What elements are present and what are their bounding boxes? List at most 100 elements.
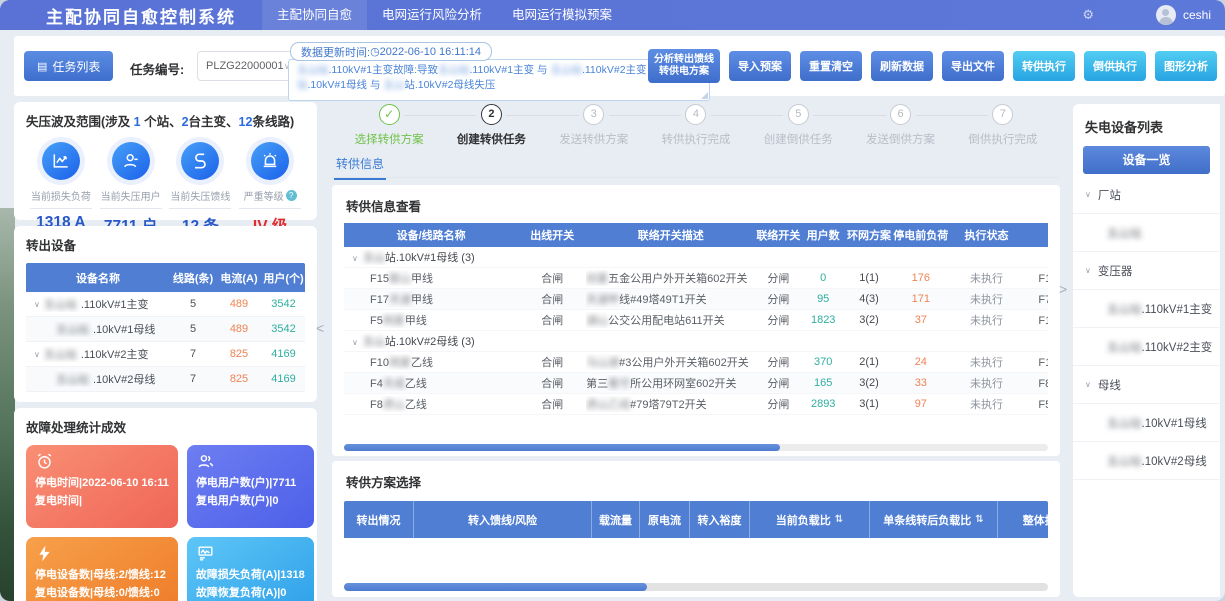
- table-row[interactable]: F8虎山乙线合闸虎山乙线#79塔79T2开关分闸28933(1)97未执行F5和…: [344, 394, 1048, 415]
- chevron-down-icon[interactable]: ∨: [1085, 380, 1091, 389]
- step-circle: 5: [788, 104, 809, 125]
- tab-transfer-info[interactable]: 转供信息: [334, 150, 386, 180]
- stat-card-line1: 停电设备数|母线:2/馈线:12: [35, 566, 169, 584]
- table-row[interactable]: F4天成乙线合闸第三看守所公用环网室602开关分闸1653(2)33未执行F8看…: [344, 373, 1048, 394]
- text: 站.10kV#1母线 (3): [385, 252, 475, 264]
- chevron-down-icon[interactable]: ∨: [34, 350, 40, 359]
- step-label: 倒供执行完成: [952, 131, 1054, 147]
- tree-child-item[interactable]: 五山站: [1073, 214, 1220, 252]
- task-list-button[interactable]: ▤ 任务列表: [24, 51, 113, 81]
- cell: 5: [170, 323, 216, 335]
- table-row[interactable]: F5网夏甲线合闸湖山公交公用配电站611开关分闸18233(2)37未执行F16…: [344, 310, 1048, 331]
- horizontal-scrollbar[interactable]: [344, 444, 1048, 451]
- redacted-text: 五山站: [550, 64, 582, 76]
- task-no-select[interactable]: PLZG22000001 ∨: [197, 51, 297, 81]
- scrollbar-thumb[interactable]: [344, 444, 780, 451]
- table-row[interactable]: ∨五山站.110kV#1主变54893542: [26, 292, 305, 317]
- table-group-row[interactable]: ∨五山站.10kV#1母线 (3): [344, 247, 1048, 268]
- horizontal-scrollbar[interactable]: [344, 583, 1048, 591]
- tree-label: 变压器: [1098, 263, 1133, 279]
- nav-tab[interactable]: 电网运行风险分析: [367, 0, 497, 30]
- text: F17: [370, 294, 389, 306]
- backfeed-execute-button[interactable]: 倒供执行: [1084, 51, 1146, 81]
- transfer-execute-button[interactable]: 转供执行: [1013, 51, 1075, 81]
- stat-card: 故障损失负荷(A)|1318故障恢复负荷(A)|0: [187, 537, 314, 601]
- sort-icon[interactable]: ⇅: [975, 514, 983, 525]
- button-label: 导入预案: [738, 61, 782, 73]
- tree-child-item[interactable]: 五山站.10kV#2母线: [1073, 442, 1220, 480]
- table-row[interactable]: F10网夏乙线合闸马山湖#3公用户外开关箱602开关分闸3702(1)24未执行…: [344, 352, 1048, 373]
- table-row[interactable]: F15联山甲线合闸创富五金公用户外开关箱602开关分闸01(1)176未执行F1…: [344, 268, 1048, 289]
- step-label: 发送转供方案: [543, 131, 645, 147]
- cell: 165: [801, 377, 845, 389]
- text: .10kV#2母线: [1142, 453, 1207, 469]
- tree-parent-item[interactable]: ∨母线: [1073, 366, 1220, 404]
- table-row[interactable]: 五山站.10kV#1母线54893542: [26, 317, 305, 342]
- toolbar-buttons: 分析转出馈线转供电方案导入预案重置清空刷新数据导出文件转供执行倒供执行图形分析: [702, 48, 1217, 84]
- chevron-down-icon[interactable]: ∨: [1085, 266, 1091, 275]
- cell: 825: [216, 348, 262, 360]
- tree-child-item[interactable]: 五山站.110kV#1主变: [1073, 290, 1220, 328]
- chevron-down-icon[interactable]: ∨: [34, 300, 40, 309]
- chevron-down-icon[interactable]: ∨: [1085, 190, 1091, 199]
- cell: 176: [893, 272, 949, 284]
- step-circle: 3: [583, 104, 604, 125]
- chevron-down-icon[interactable]: ∨: [352, 254, 358, 263]
- redacted-text: 五山站: [56, 371, 89, 387]
- collapse-left-panel-icon[interactable]: <: [316, 320, 324, 336]
- cell: 马山湖#3公用户外开关箱602开关: [586, 354, 755, 370]
- table-row[interactable]: 五山站.10kV#2母线78254169: [26, 367, 305, 392]
- stat-card-line1: 故障损失负荷(A)|1318: [196, 566, 305, 584]
- text: .10kV#2母线: [93, 371, 155, 387]
- redacted-text: 天湖甲: [586, 294, 619, 306]
- export-file-button[interactable]: 导出文件: [942, 51, 1004, 81]
- scrollbar-thumb[interactable]: [344, 583, 647, 591]
- analyze-transfer-plan-button[interactable]: 分析转出馈线转供电方案: [648, 49, 720, 83]
- feeder-name-cell: F15联山甲线: [344, 270, 518, 286]
- tree-child-item[interactable]: 五山站.110kV#2主变: [1073, 328, 1220, 366]
- gear-icon[interactable]: ⚙: [1082, 7, 1094, 23]
- cell: 5: [170, 298, 216, 310]
- username[interactable]: ceshi: [1183, 8, 1211, 22]
- column-header[interactable]: 整体执行负载比⇅: [998, 501, 1048, 538]
- chevron-down-icon[interactable]: ∨: [352, 338, 358, 347]
- feeder-name-cell: F10网夏乙线: [344, 354, 518, 370]
- sort-icon[interactable]: ⇅: [835, 514, 843, 525]
- cell: 24: [893, 356, 949, 368]
- table-header-row: 设备名称线路(条)电流(A)用户(个): [26, 263, 305, 292]
- cell: 7: [170, 373, 216, 385]
- cell: 4(3): [845, 293, 893, 305]
- table-row[interactable]: ∨五山站.110kV#2主变78254169: [26, 342, 305, 367]
- nav-tab[interactable]: 电网运行模拟预案: [497, 0, 627, 30]
- expand-right-panel-icon[interactable]: >: [1059, 281, 1067, 297]
- feeder-name-cell: F4天成乙线: [344, 375, 518, 391]
- fault-description-textarea[interactable]: 五山站.110kV#1主变故障:导致五山站.110kV#1主变 与 五山站.11…: [288, 59, 710, 101]
- text: 甲线: [411, 294, 433, 306]
- refresh-data-button[interactable]: 刷新数据: [871, 51, 933, 81]
- nav-tab[interactable]: 主配协同自愈: [262, 0, 367, 30]
- text: 线#49塔49T1开关: [619, 294, 706, 306]
- redacted-text: 虎山: [383, 399, 405, 411]
- column-header[interactable]: 当前负载比⇅: [750, 501, 870, 538]
- import-plan-button[interactable]: 导入预案: [729, 51, 791, 81]
- column-header: 原电流: [640, 501, 690, 538]
- tree-parent-item[interactable]: ∨厂站: [1073, 176, 1220, 214]
- help-icon[interactable]: ?: [286, 190, 297, 201]
- cell: 3(1): [845, 398, 893, 410]
- resize-grip-icon[interactable]: [701, 92, 708, 99]
- tree-child-item[interactable]: 五山站.10kV#1母线: [1073, 404, 1220, 442]
- text: .110kV#2主变: [1142, 339, 1213, 355]
- column-header[interactable]: 单条线转后负载比⇅: [870, 501, 998, 538]
- text: F10: [370, 357, 389, 369]
- transfer-out-devices-table: 设备名称线路(条)电流(A)用户(个) ∨五山站.110kV#1主变548935…: [26, 263, 305, 392]
- redacted-text: 天湖: [389, 294, 411, 306]
- table-group-row[interactable]: ∨五山站.10kV#2母线 (3): [344, 331, 1048, 352]
- cell: 湖山公交公用配电站611开关: [586, 312, 755, 328]
- tree-parent-item[interactable]: ∨ 变压器: [1073, 252, 1220, 290]
- graph-analysis-button[interactable]: 图形分析: [1155, 51, 1217, 81]
- reset-clear-button[interactable]: 重置清空: [800, 51, 862, 81]
- text: 乙线: [411, 357, 433, 369]
- device-overview-banner[interactable]: 设备一览: [1083, 146, 1210, 174]
- user-avatar-icon[interactable]: [1156, 5, 1176, 25]
- table-row[interactable]: F17天湖甲线合闸天湖甲线#49塔49T1开关分闸954(3)171未执行F7天…: [344, 289, 1048, 310]
